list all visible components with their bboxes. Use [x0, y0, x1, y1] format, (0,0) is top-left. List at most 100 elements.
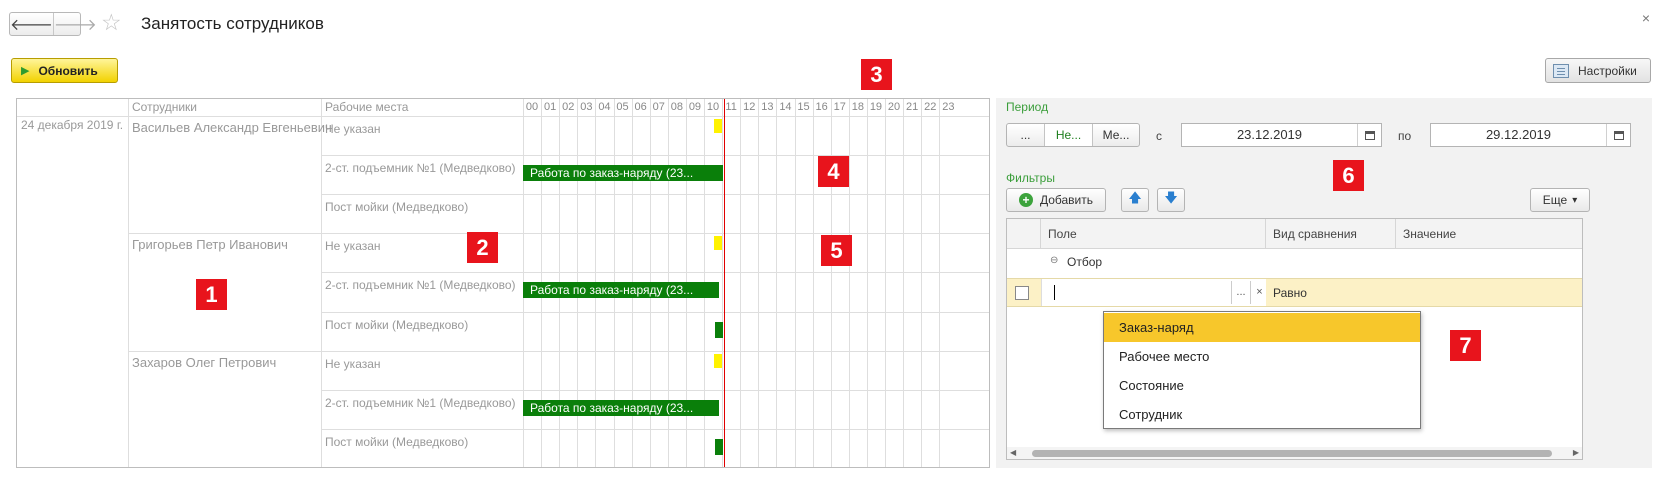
field-dropdown-list: Заказ-наряд Рабочее место Состояние Сотр…	[1103, 311, 1421, 429]
work-order-bar[interactable]: Работа по заказ-наряду (23...	[523, 282, 719, 299]
hour-label: 09	[688, 101, 702, 113]
move-down-button[interactable]: 🡇	[1157, 188, 1185, 212]
add-filter-label: Добавить	[1039, 193, 1094, 207]
hour-label: 04	[598, 101, 611, 113]
filter-group-label: Отбор	[1067, 255, 1103, 269]
table-header-check	[1007, 219, 1041, 249]
favorite-star-icon[interactable]: ☆	[101, 9, 122, 36]
hour-label: 03	[580, 101, 593, 113]
grid-line	[321, 155, 989, 157]
date-from-value: 23.12.2019	[1236, 127, 1303, 142]
table-row[interactable]: ... × Равно	[1007, 278, 1582, 307]
employee-name[interactable]: Васильев Александр Евгеньевич	[132, 120, 332, 135]
calendar-icon[interactable]	[1357, 124, 1381, 146]
workplace-name[interactable]: Пост мойки (Медведково)	[325, 200, 468, 214]
grid-line	[321, 428, 989, 430]
more-button-label: Еще	[1542, 193, 1568, 207]
close-icon[interactable]: ×	[1642, 10, 1650, 26]
hour-label: 05	[616, 101, 629, 113]
hour-label: 12	[743, 101, 756, 113]
add-filter-button[interactable]: + Добавить	[1006, 188, 1106, 212]
hour-label: 23	[942, 101, 955, 113]
column-header-employees: Сотрудники	[132, 100, 197, 114]
current-time-line	[724, 99, 726, 467]
dropdown-item-workplace[interactable]: Рабочее место	[1104, 342, 1420, 371]
select-field-button[interactable]: ...	[1231, 281, 1250, 304]
marker-6: 6	[1333, 160, 1364, 191]
marker-3: 3	[861, 59, 892, 90]
navigation-buttons: 🡐 🡒	[9, 12, 97, 36]
idle-time-bar[interactable]	[714, 236, 722, 251]
hour-label: 01	[544, 101, 557, 113]
marker-1: 1	[196, 279, 227, 310]
filters-label: Фильтры	[1006, 171, 1055, 185]
work-order-bar[interactable]	[715, 165, 723, 182]
workplace-name[interactable]: 2-ст. подъемник №1 (Медведково)	[325, 278, 516, 292]
grid-line	[128, 350, 989, 352]
refresh-button-label: Обновить	[38, 63, 98, 78]
scrollbar-thumb[interactable]	[1032, 450, 1552, 457]
employee-name[interactable]: Захаров Олег Петрович	[132, 355, 276, 370]
period-option-custom[interactable]: ...	[1007, 124, 1045, 146]
workplace-name[interactable]: Не указан	[325, 122, 381, 136]
dropdown-item-employee[interactable]: Сотрудник	[1104, 400, 1420, 429]
period-label: Период	[1006, 100, 1049, 114]
column-header-workplaces: Рабочие места	[325, 100, 409, 114]
hour-label: 13	[761, 101, 774, 113]
workplace-name[interactable]: Пост мойки (Медведково)	[325, 435, 468, 449]
plus-icon: +	[1018, 193, 1033, 207]
calendar-icon[interactable]	[1606, 124, 1630, 146]
workplace-name[interactable]: Пост мойки (Медведково)	[325, 318, 468, 332]
date-from-field[interactable]: 23.12.2019	[1181, 123, 1382, 147]
period-option-week[interactable]: Не...	[1045, 124, 1093, 146]
hour-label: 06	[634, 101, 647, 113]
employee-gantt-chart: 00 01 02 03 04 05 06 07 08 09 10 11 12 13 14 15 16 17 18 19…	[16, 98, 990, 468]
workplace-name[interactable]: 2-ст. подъемник №1 (Медведково)	[325, 161, 516, 175]
horizontal-scrollbar[interactable]: ◀ ▶	[1007, 447, 1582, 459]
date-to-field[interactable]: 29.12.2019	[1430, 123, 1631, 147]
forward-arrow-icon[interactable]: 🡒	[54, 13, 97, 35]
hour-label: 17	[833, 101, 846, 113]
row-checkbox[interactable]	[1015, 286, 1029, 300]
scroll-left-icon[interactable]: ◀	[1010, 447, 1016, 459]
hour-label: 15	[797, 101, 810, 113]
work-order-bar[interactable]	[715, 321, 723, 338]
workplace-name[interactable]: Не указан	[325, 239, 381, 253]
hour-label: 10	[706, 101, 720, 113]
date-from-label: с	[1156, 129, 1162, 143]
text-caret	[1054, 285, 1055, 300]
scroll-right-icon[interactable]: ▶	[1573, 447, 1579, 459]
clear-field-icon[interactable]: ×	[1250, 281, 1268, 304]
move-up-button[interactable]: 🡅	[1121, 188, 1149, 212]
back-arrow-icon[interactable]: 🡐	[10, 13, 54, 35]
workplace-name[interactable]: 2-ст. подъемник №1 (Медведково)	[325, 396, 516, 410]
work-order-bar[interactable]	[715, 438, 723, 455]
grid-line	[17, 116, 989, 117]
grid-line	[321, 194, 989, 196]
more-button[interactable]: Еще ▾	[1530, 188, 1590, 212]
table-header-field: Поле	[1041, 219, 1266, 249]
dropdown-item-state[interactable]: Состояние	[1104, 371, 1420, 400]
hour-label: 16	[815, 101, 828, 113]
grid-line	[128, 233, 989, 235]
settings-button[interactable]: Настройки	[1545, 58, 1651, 83]
refresh-button[interactable]: ▶ Обновить	[11, 58, 118, 83]
workplace-name[interactable]: Не указан	[325, 357, 381, 371]
marker-5: 5	[821, 235, 852, 266]
hour-label: 00	[525, 101, 539, 113]
grid-line	[321, 389, 989, 391]
period-option-month[interactable]: Ме...	[1093, 124, 1139, 146]
collapse-icon[interactable]: ⊖	[1050, 255, 1058, 266]
work-order-bar[interactable]: Работа по заказ-наряду (23...	[523, 399, 719, 416]
idle-time-bar[interactable]	[714, 353, 722, 368]
hour-label: 08	[670, 101, 683, 113]
dropdown-item-order[interactable]: Заказ-наряд	[1104, 313, 1420, 342]
hour-label: 20	[887, 101, 901, 113]
idle-time-bar[interactable]	[714, 119, 722, 133]
work-order-bar[interactable]: Работа по заказ-наряду (23...	[523, 165, 719, 182]
hour-label: 18	[851, 101, 864, 113]
employee-name[interactable]: Григорьев Петр Иванович	[132, 237, 288, 252]
marker-4: 4	[818, 156, 849, 187]
date-label: 24 декабря 2019 г.	[21, 118, 124, 132]
comparison-value[interactable]: Равно	[1273, 286, 1307, 300]
